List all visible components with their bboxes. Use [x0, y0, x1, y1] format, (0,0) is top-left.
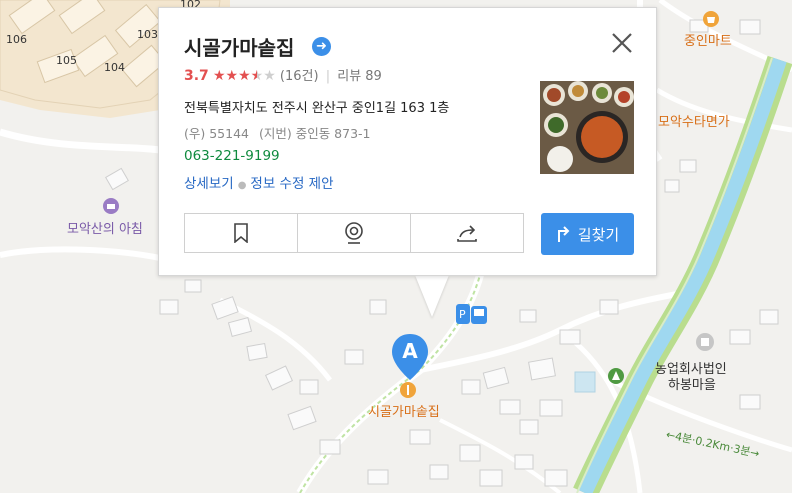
separator: ● [237, 180, 247, 191]
poi-label[interactable]: 모악산의 아침 [67, 218, 143, 237]
detail-link[interactable]: 상세보기 [184, 176, 234, 192]
building-number: 106 [6, 33, 27, 46]
star-icon: ★ [238, 68, 251, 84]
action-bar [184, 213, 524, 253]
restaurant-icon[interactable] [399, 381, 417, 399]
bus-stop-icon[interactable]: P [456, 302, 488, 326]
shopping-icon[interactable] [702, 10, 722, 28]
phone-number[interactable]: 063-221-9199 [184, 148, 280, 164]
roadview-button[interactable] [298, 214, 411, 252]
directions-button[interactable]: 길찾기 [541, 213, 634, 255]
star-icon: ★ [212, 68, 226, 84]
roadview-icon [345, 222, 363, 244]
poi-label[interactable]: 하봉마을 [668, 374, 716, 393]
star-icon: ★ [263, 68, 276, 84]
lodging-icon[interactable] [102, 197, 120, 215]
card-pointer [415, 275, 449, 317]
place-title[interactable]: 시골가마솥집 [184, 32, 294, 61]
directions-icon [557, 226, 570, 242]
rating-count[interactable]: (16건) [280, 69, 319, 84]
save-button[interactable] [185, 214, 298, 252]
rating-row: 3.7 ★★★★★ (16건) | 리뷰 89 [184, 65, 382, 84]
place-info-card: 시골가마솥집 ➜ 3.7 ★★★★★ (16건) | 리뷰 89 전북특별자치도… [158, 7, 657, 276]
star-half-icon: ★ [250, 68, 264, 84]
svg-text:P: P [459, 308, 466, 321]
share-icon [457, 225, 477, 242]
separator: | [325, 69, 331, 84]
building-number: 104 [104, 61, 125, 74]
place-links: 상세보기 ● 정보 수정 제안 [184, 172, 334, 192]
poi-label[interactable]: 모악수타면가 [658, 111, 730, 130]
arrow-right-icon[interactable]: ➜ [312, 37, 331, 56]
jibun-address: (지번) 중인동 873-1 [258, 126, 371, 141]
marker-letter: A [402, 339, 418, 363]
review-link[interactable]: 리뷰 89 [337, 69, 382, 84]
edit-suggest-link[interactable]: 정보 수정 제안 [250, 176, 333, 192]
close-icon[interactable] [609, 30, 635, 56]
postal-code: (우) 55144 [184, 126, 249, 141]
poi-label[interactable]: 시골가마솥집 [368, 401, 440, 420]
rating-score: 3.7 [184, 68, 209, 84]
building-number: 105 [56, 54, 77, 67]
place-photo[interactable] [540, 81, 634, 174]
share-button[interactable] [411, 214, 523, 252]
star-icon: ★ [225, 68, 239, 84]
bookmark-icon [234, 223, 248, 243]
address-sub: (우) 55144 (지번) 중인동 873-1 [184, 123, 371, 142]
address: 전북특별자치도 전주시 완산구 중인1길 163 1층 [184, 101, 450, 116]
poi-label[interactable]: 중인마트 [684, 30, 732, 49]
directions-label: 길찾기 [577, 225, 620, 244]
building-number: 103 [137, 28, 158, 41]
